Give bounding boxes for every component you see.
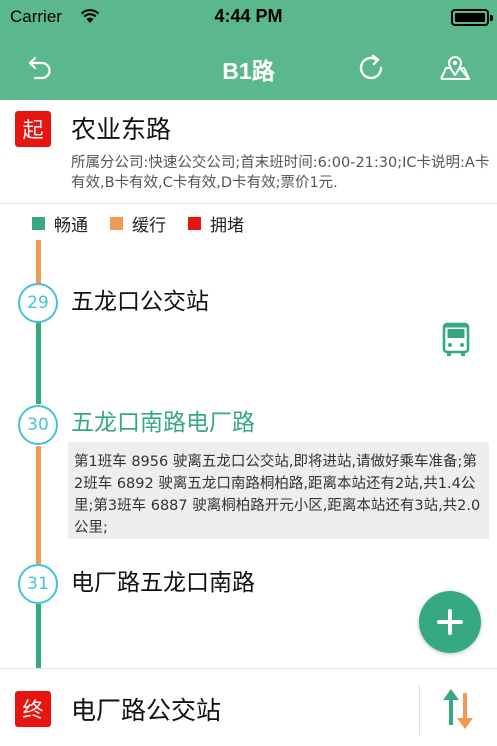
route-segment-smooth: [36, 314, 41, 404]
divider: [419, 685, 420, 735]
swap-direction-icon: [443, 689, 473, 729]
legend-item-congested: 拥堵: [188, 211, 244, 236]
bus-icon[interactable]: [441, 322, 471, 358]
current-stop-name[interactable]: 五龙口南路电厂路: [71, 403, 255, 437]
refresh-icon: [359, 54, 383, 80]
end-badge: 终: [15, 691, 51, 727]
swap-direction-button[interactable]: [436, 683, 480, 735]
status-time: 4:44 PM: [214, 6, 283, 26]
start-station-name: 农业东路: [71, 115, 172, 144]
add-button[interactable]: [419, 591, 481, 653]
legend-label-slow: 缓行: [132, 215, 166, 236]
stop-name[interactable]: 电厂路五龙口南路: [71, 563, 255, 597]
end-station-name: 电厂路公交站: [71, 696, 222, 725]
traffic-legend: 畅通 缓行 拥堵: [32, 211, 266, 236]
nav-bar: B1路: [0, 34, 497, 100]
legend-swatch-smooth: [32, 216, 45, 230]
stop-name[interactable]: 五龙口公交站: [71, 282, 209, 316]
legend-item-smooth: 畅通: [32, 211, 88, 236]
plus-icon: [437, 609, 463, 635]
stop-number-badge: 31: [18, 564, 58, 604]
legend-item-slow: 缓行: [110, 211, 166, 236]
end-station-panel: 终 电厂路公交站: [0, 668, 497, 746]
start-badge: 起: [15, 111, 51, 147]
page-title: B1路: [222, 58, 275, 84]
status-bar: Carrier 4:44 PM: [0, 0, 497, 34]
refresh-button[interactable]: [352, 48, 392, 88]
map-button[interactable]: [435, 48, 475, 88]
legend-label-congested: 拥堵: [210, 215, 244, 236]
start-station-panel: 起 农业东路 所属分公司:快速公交公司;首末班时间:6:00-21:30;IC卡…: [0, 100, 497, 204]
route-segment-smooth: [36, 604, 41, 668]
stop-number-badge: 29: [18, 283, 58, 323]
legend-swatch-congested: [188, 216, 201, 230]
battery-icon: [451, 9, 493, 26]
arrival-info-box: 第1班车 8956 驶离五龙口公交站,即将进站,请做好乘车准备;第2班车 689…: [68, 442, 489, 539]
map-pin-icon: [440, 56, 470, 80]
route-info-text: 所属分公司:快速公交公司;首末班时间:6:00-21:30;IC卡说明:A卡有效…: [71, 155, 490, 191]
battery-level: [455, 13, 485, 22]
legend-label-smooth: 畅通: [54, 215, 88, 236]
route-segment-slow: [36, 446, 41, 564]
legend-swatch-slow: [110, 216, 123, 230]
stop-number-badge: 30: [18, 405, 58, 445]
